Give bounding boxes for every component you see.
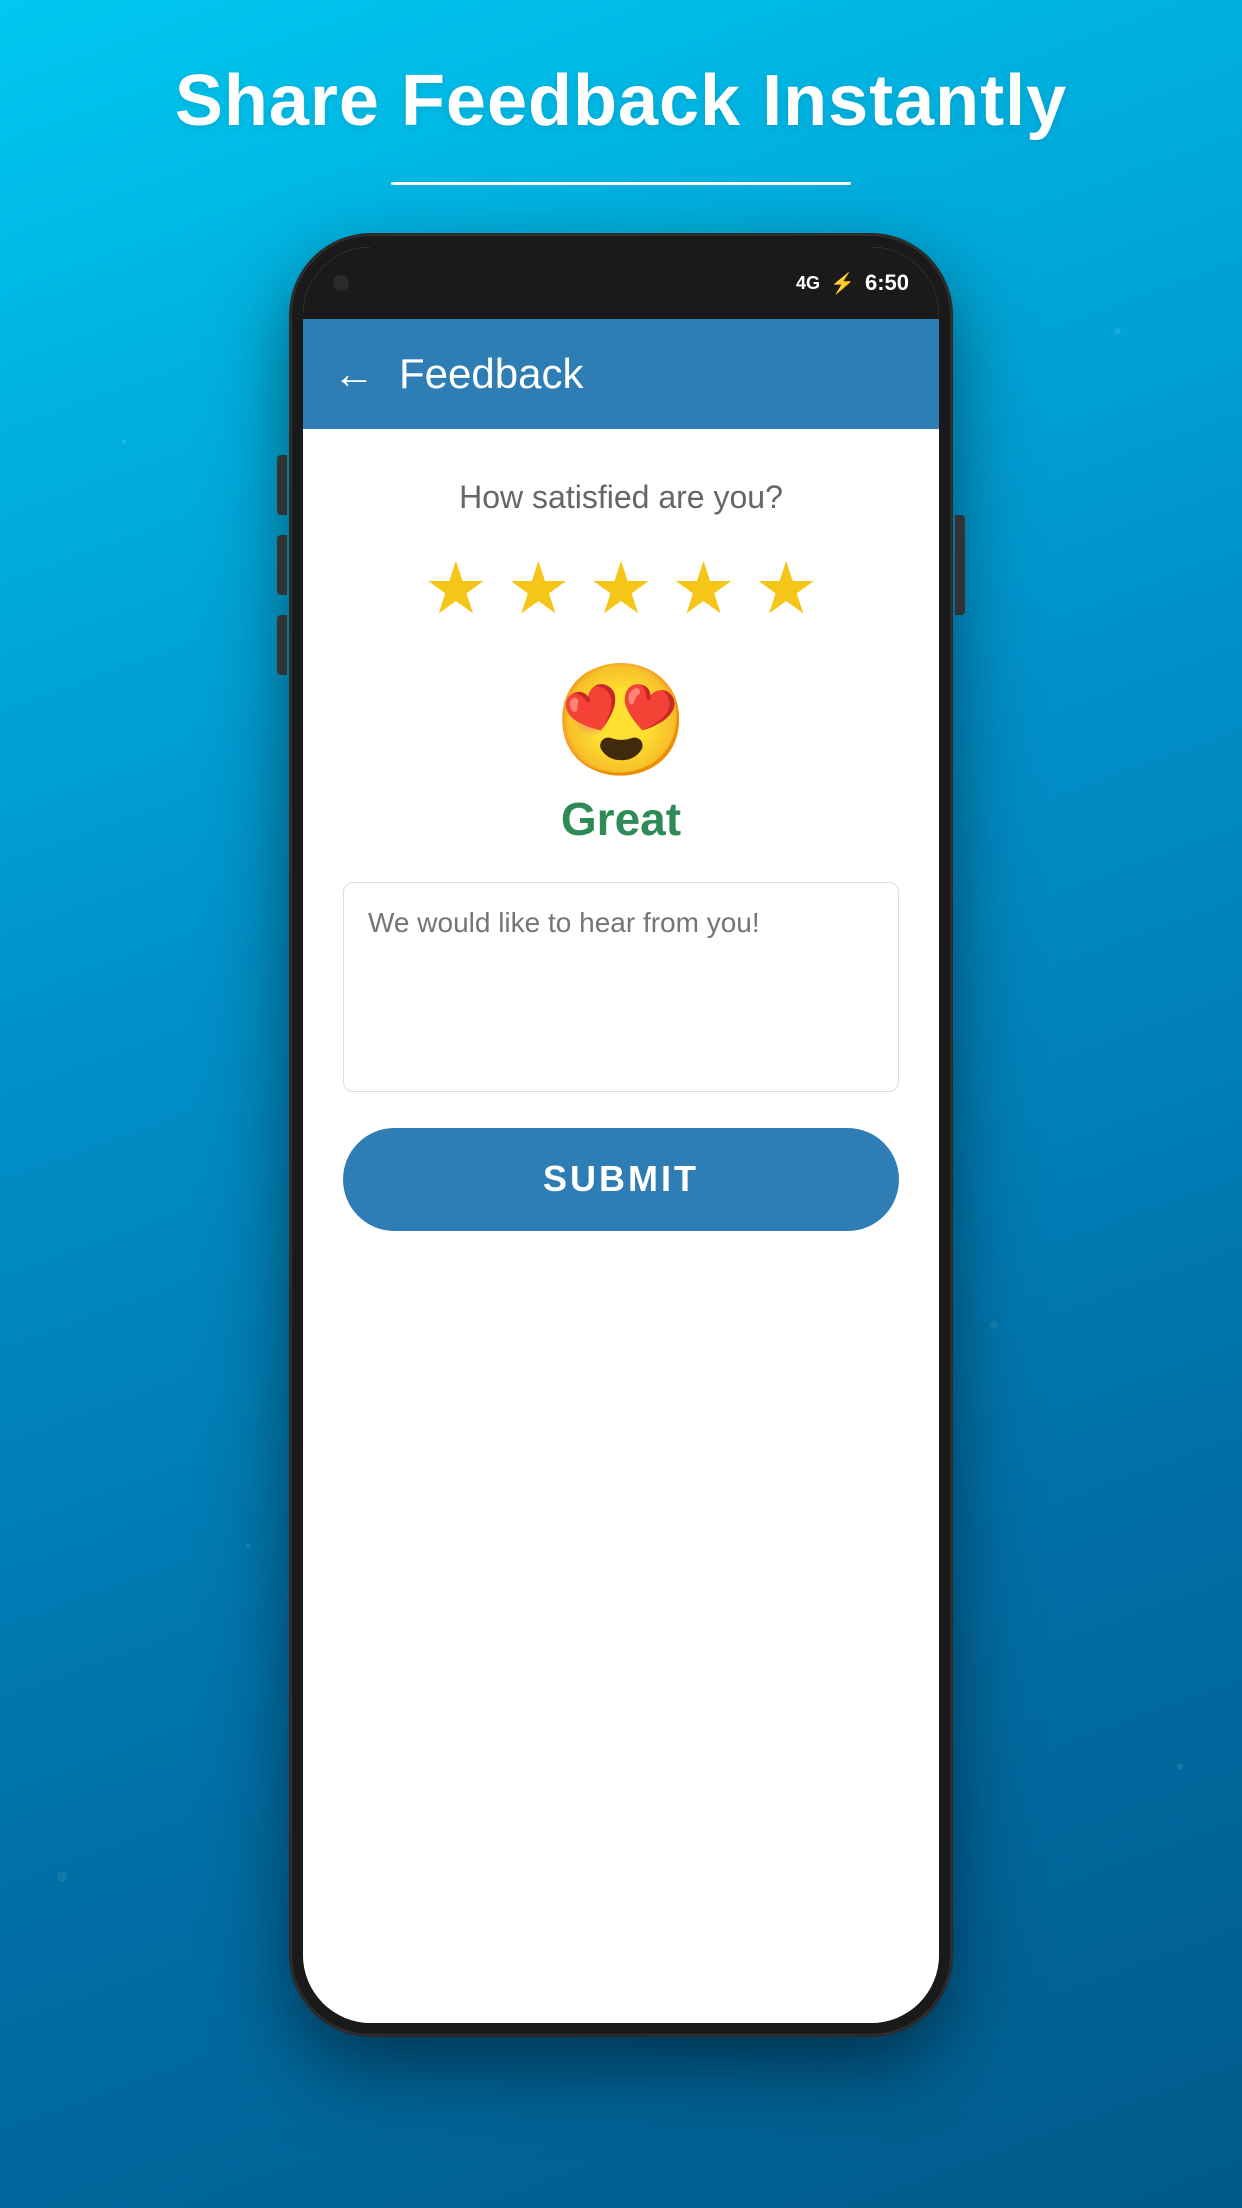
status-bar-right: 4G ⚡ 6:50 — [796, 270, 909, 296]
back-button[interactable]: ← — [333, 350, 375, 398]
status-time: 6:50 — [865, 270, 909, 296]
signal-icon: 4G — [796, 273, 820, 294]
stars-rating[interactable]: ★ ★ ★ ★ ★ — [424, 546, 819, 630]
app-bottom-space — [303, 1271, 939, 2023]
phone-frame: 4G ⚡ 6:50 ← Feedback How satisfied are y… — [291, 235, 951, 2035]
phone-mockup: 4G ⚡ 6:50 ← Feedback How satisfied are y… — [291, 235, 951, 2035]
star-2[interactable]: ★ — [506, 546, 571, 630]
battery-icon: ⚡ — [830, 271, 855, 296]
header-divider — [391, 182, 851, 185]
status-bar-center — [531, 265, 711, 301]
page-title: Share Feedback Instantly — [0, 60, 1242, 142]
notch — [531, 265, 711, 301]
status-bar: 4G ⚡ 6:50 — [303, 247, 939, 319]
submit-button[interactable]: SUBMIT — [343, 1128, 899, 1231]
app-bar-title: Feedback — [399, 350, 583, 398]
rating-label: Great — [561, 792, 681, 846]
feedback-textarea[interactable] — [343, 882, 899, 1092]
phone-screen: 4G ⚡ 6:50 ← Feedback How satisfied are y… — [303, 247, 939, 2023]
star-5[interactable]: ★ — [754, 546, 819, 630]
star-4[interactable]: ★ — [671, 546, 736, 630]
rating-emoji: 😍 — [553, 666, 690, 776]
header-section: Share Feedback Instantly — [0, 0, 1242, 235]
status-bar-left — [333, 275, 349, 291]
star-3[interactable]: ★ — [589, 546, 654, 630]
camera-icon — [333, 275, 349, 291]
star-1[interactable]: ★ — [424, 546, 489, 630]
app-bar: ← Feedback — [303, 319, 939, 429]
app-content: How satisfied are you? ★ ★ ★ ★ ★ 😍 Great… — [303, 429, 939, 1271]
satisfaction-question: How satisfied are you? — [459, 479, 783, 516]
